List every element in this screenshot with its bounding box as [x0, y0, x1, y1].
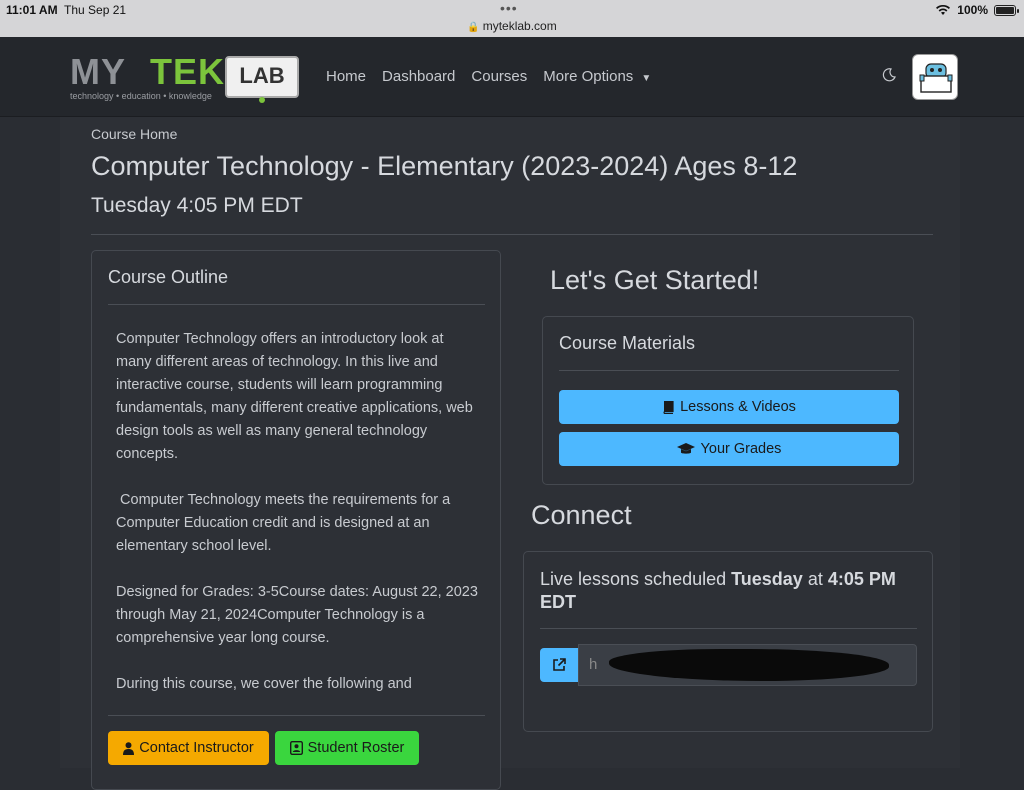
nav-more-options-label: More Options — [543, 68, 634, 85]
live-at: at — [802, 569, 828, 589]
nav-courses[interactable]: Courses — [471, 68, 527, 85]
course-outline-heading: Course Outline — [108, 267, 229, 287]
breadcrumb[interactable]: Course Home — [91, 126, 177, 142]
divider — [540, 628, 917, 629]
outline-paragraph: Computer Technology offers an introducto… — [116, 331, 473, 462]
contact-instructor-label: Contact Instructor — [139, 740, 254, 756]
course-materials-heading: Course Materials — [559, 333, 696, 353]
main-container: Course Home Computer Technology - Elemen… — [60, 117, 960, 790]
student-roster-button[interactable]: Student Roster — [275, 731, 419, 765]
url-text: myteklab.com — [482, 19, 557, 33]
meeting-link-value: h — [589, 656, 598, 673]
your-grades-label: Your Grades — [700, 441, 782, 457]
robot-avatar-icon — [919, 63, 953, 93]
status-time: 11:01 AM — [6, 3, 58, 17]
logo-tagline: technology • education • knowledge — [70, 91, 212, 101]
graduation-cap-icon — [676, 443, 695, 454]
course-materials-card: Course Materials Lessons & Videos Your G… — [542, 316, 914, 485]
logo-lab: LAB — [239, 63, 285, 88]
dark-mode-moon-icon[interactable] — [882, 68, 896, 82]
open-link-button[interactable] — [540, 648, 578, 682]
status-date: Thu Sep 21 — [64, 3, 127, 17]
user-avatar[interactable] — [912, 54, 958, 100]
logo-lab-monitor: LAB — [225, 56, 299, 103]
divider — [108, 715, 485, 716]
page-subtitle: Tuesday 4:05 PM EDT — [91, 194, 303, 217]
wifi-icon — [936, 4, 951, 15]
outline-paragraph: During this course, we cover the followi… — [116, 676, 412, 692]
connect-heading: Connect — [531, 500, 632, 530]
live-lessons-text: Live lessons scheduled Tuesday at 4:05 P… — [540, 568, 920, 614]
divider — [559, 370, 899, 371]
lets-get-started-heading: Let's Get Started! — [550, 265, 760, 295]
status-bar: 11:01 AM Thu Sep 21 ••• 🔒 myteklab.com 10… — [0, 0, 1024, 37]
course-outline-card: Course Outline Computer Technology offer… — [91, 250, 501, 790]
address-bar[interactable]: 🔒 myteklab.com — [0, 19, 1024, 33]
live-lessons-card: Live lessons scheduled Tuesday at 4:05 P… — [523, 551, 933, 732]
page-title: Computer Technology - Elementary (2023-2… — [91, 151, 798, 181]
course-outline-body[interactable]: Computer Technology offers an introducto… — [116, 317, 478, 701]
your-grades-button[interactable]: Your Grades — [559, 432, 899, 466]
person-icon — [123, 741, 135, 755]
id-badge-icon — [289, 741, 303, 755]
nav-more-options[interactable]: More Options ▼ — [543, 68, 651, 85]
nav-home[interactable]: Home — [326, 68, 366, 85]
contact-instructor-button[interactable]: Contact Instructor — [108, 731, 269, 765]
lessons-videos-label: Lessons & Videos — [680, 399, 796, 415]
caret-down-icon: ▼ — [641, 73, 652, 84]
live-day: Tuesday — [731, 569, 803, 589]
nav-links: Home Dashboard Courses More Options ▼ — [326, 68, 651, 85]
top-nav: MY TEK LAB technology • education • know… — [0, 37, 1024, 117]
battery-icon — [994, 4, 1019, 16]
redaction-scribble — [609, 649, 889, 681]
divider — [91, 234, 933, 235]
student-roster-label: Student Roster — [307, 740, 405, 756]
logo-tek: TEK — [150, 51, 225, 92]
logo-my: MY — [70, 51, 126, 92]
mytek-logo[interactable]: MY TEK LAB technology • education • know… — [70, 51, 302, 103]
tab-dots-icon[interactable]: ••• — [500, 0, 518, 16]
battery-percent: 100% — [957, 3, 988, 17]
outline-paragraph: Designed for Grades: 3-5Course dates: Au… — [116, 584, 478, 646]
lock-icon: 🔒 — [467, 22, 480, 33]
nav-dashboard[interactable]: Dashboard — [382, 68, 455, 85]
divider — [108, 304, 485, 305]
outline-paragraph: Computer Technology meets the requiremen… — [116, 492, 455, 554]
live-prefix: Live lessons scheduled — [540, 569, 732, 589]
book-icon — [663, 400, 674, 414]
status-right: 100% — [935, 3, 1019, 17]
lessons-videos-button[interactable]: Lessons & Videos — [559, 390, 899, 424]
external-link-icon — [553, 658, 566, 671]
meeting-link-field[interactable]: h — [578, 644, 917, 686]
